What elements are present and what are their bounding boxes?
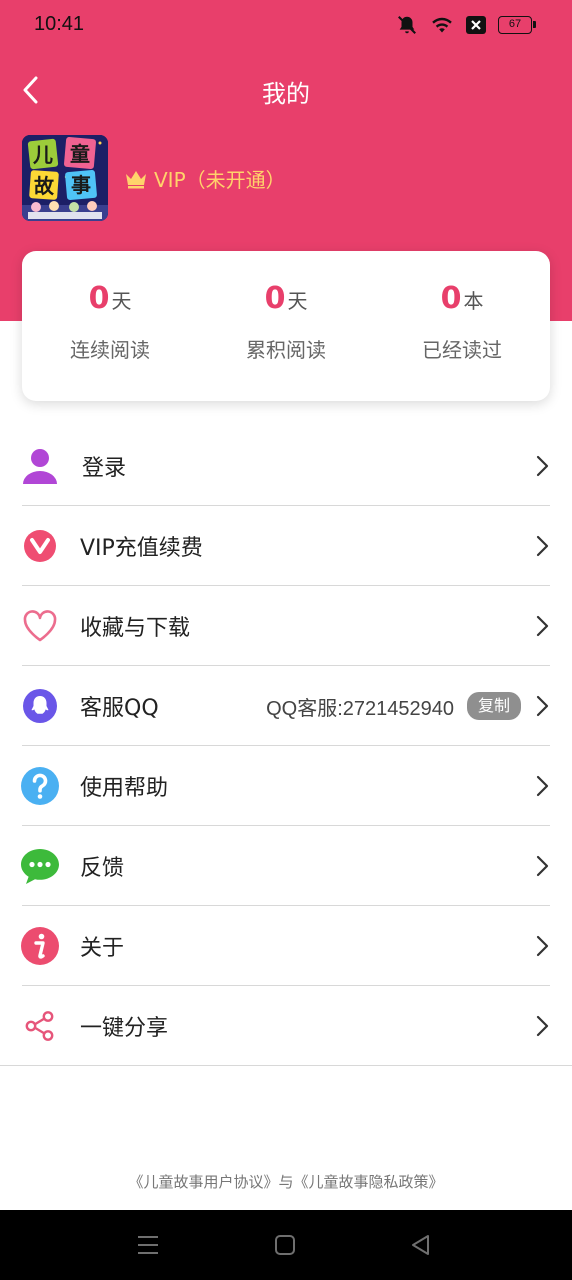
stat-total-reading: 0天 累积阅读 (198, 251, 374, 401)
menu-item-label: 反馈 (80, 856, 125, 881)
menu-item-label: 客服QQ (80, 696, 159, 721)
menu-item-help[interactable]: 使用帮助 (0, 746, 572, 826)
menu-item-customer-service[interactable]: 客服QQ QQ客服:2721452940 复制 (0, 666, 572, 746)
chevron-right-icon (536, 935, 549, 957)
qq-number: QQ客服:2721452940 (266, 697, 454, 720)
reading-stats-card: 0天 连续阅读 0天 累积阅读 0本 已经读过 (22, 251, 550, 401)
vip-status-label: VIP（未开通） (154, 168, 286, 192)
menu-item-label: 一键分享 (80, 1016, 169, 1041)
agreement-links[interactable]: 《儿童故事用户协议》与《儿童故事隐私政策》 (0, 1171, 572, 1192)
status-bar: 10:41 67 (0, 0, 572, 52)
stat-unit: 本 (463, 289, 484, 313)
menu-item-feedback[interactable]: 反馈 (0, 826, 572, 906)
chevron-right-icon (536, 775, 549, 797)
vip-v-icon (20, 526, 60, 566)
menu-item-favorites[interactable]: 收藏与下载 (0, 586, 572, 666)
status-time: 10:41 (34, 13, 85, 35)
wifi-icon (432, 17, 452, 33)
menu-item-label: VIP充值续费 (80, 536, 203, 561)
menu-item-vip-recharge[interactable]: VIP充值续费 (0, 506, 572, 586)
avatar-char-3: 故 (34, 174, 55, 198)
divider (0, 1065, 572, 1066)
stat-label: 累积阅读 (246, 338, 326, 362)
heart-icon (20, 606, 60, 646)
avatar-logo-image: 儿 童 故 事 (22, 135, 108, 221)
question-icon (20, 766, 60, 806)
user-icon (20, 446, 60, 486)
chevron-right-icon (536, 1015, 549, 1037)
chat-bubble-icon (20, 846, 60, 886)
stat-value: 0 (440, 281, 462, 316)
chevron-right-icon (536, 535, 549, 557)
status-icons: 67 (396, 14, 536, 36)
stat-unit: 天 (111, 289, 132, 313)
settings-menu: 登录 VIP充值续费 收藏与下载 客服QQ QQ客服:2721452940 复制… (0, 426, 572, 1066)
menu-item-share[interactable]: 一键分享 (0, 986, 572, 1066)
menu-icon[interactable] (135, 1232, 161, 1258)
page-title: 我的 (262, 80, 310, 108)
sim-blocked-icon (466, 16, 486, 34)
stat-books-read: 0本 已经读过 (374, 251, 550, 401)
stat-consecutive-reading: 0天 连续阅读 (22, 251, 198, 401)
menu-item-label: 使用帮助 (80, 776, 169, 801)
stat-unit: 天 (287, 289, 308, 313)
mute-icon (398, 16, 416, 34)
back-triangle-icon[interactable] (408, 1232, 434, 1258)
chevron-right-icon (536, 695, 549, 717)
stat-value: 0 (88, 281, 110, 316)
chevron-right-icon (536, 455, 549, 477)
copy-button[interactable]: 复制 (467, 692, 521, 720)
info-icon (20, 926, 60, 966)
chevron-right-icon (536, 855, 549, 877)
qq-icon (20, 686, 60, 726)
menu-item-label: 收藏与下载 (80, 616, 191, 641)
vip-status[interactable]: VIP（未开通） (124, 164, 286, 193)
chevron-right-icon (536, 615, 549, 637)
crown-icon (126, 170, 146, 188)
stat-value: 0 (264, 281, 286, 316)
home-icon[interactable] (272, 1232, 298, 1258)
stat-label: 已经读过 (422, 338, 502, 362)
system-nav-bar (0, 1210, 572, 1280)
menu-item-about[interactable]: 关于 (0, 906, 572, 986)
share-icon (20, 1006, 60, 1046)
avatar-char-1: 儿 (32, 143, 53, 167)
menu-item-label: 登录 (82, 456, 127, 481)
menu-item-login[interactable]: 登录 (0, 426, 572, 506)
stat-label: 连续阅读 (70, 338, 150, 362)
menu-item-label: 关于 (80, 936, 125, 961)
avatar-char-4: 事 (71, 173, 91, 197)
avatar[interactable]: 儿 童 故 事 (22, 135, 108, 221)
battery-icon: 67 (498, 16, 536, 34)
avatar-char-2: 童 (70, 142, 90, 166)
